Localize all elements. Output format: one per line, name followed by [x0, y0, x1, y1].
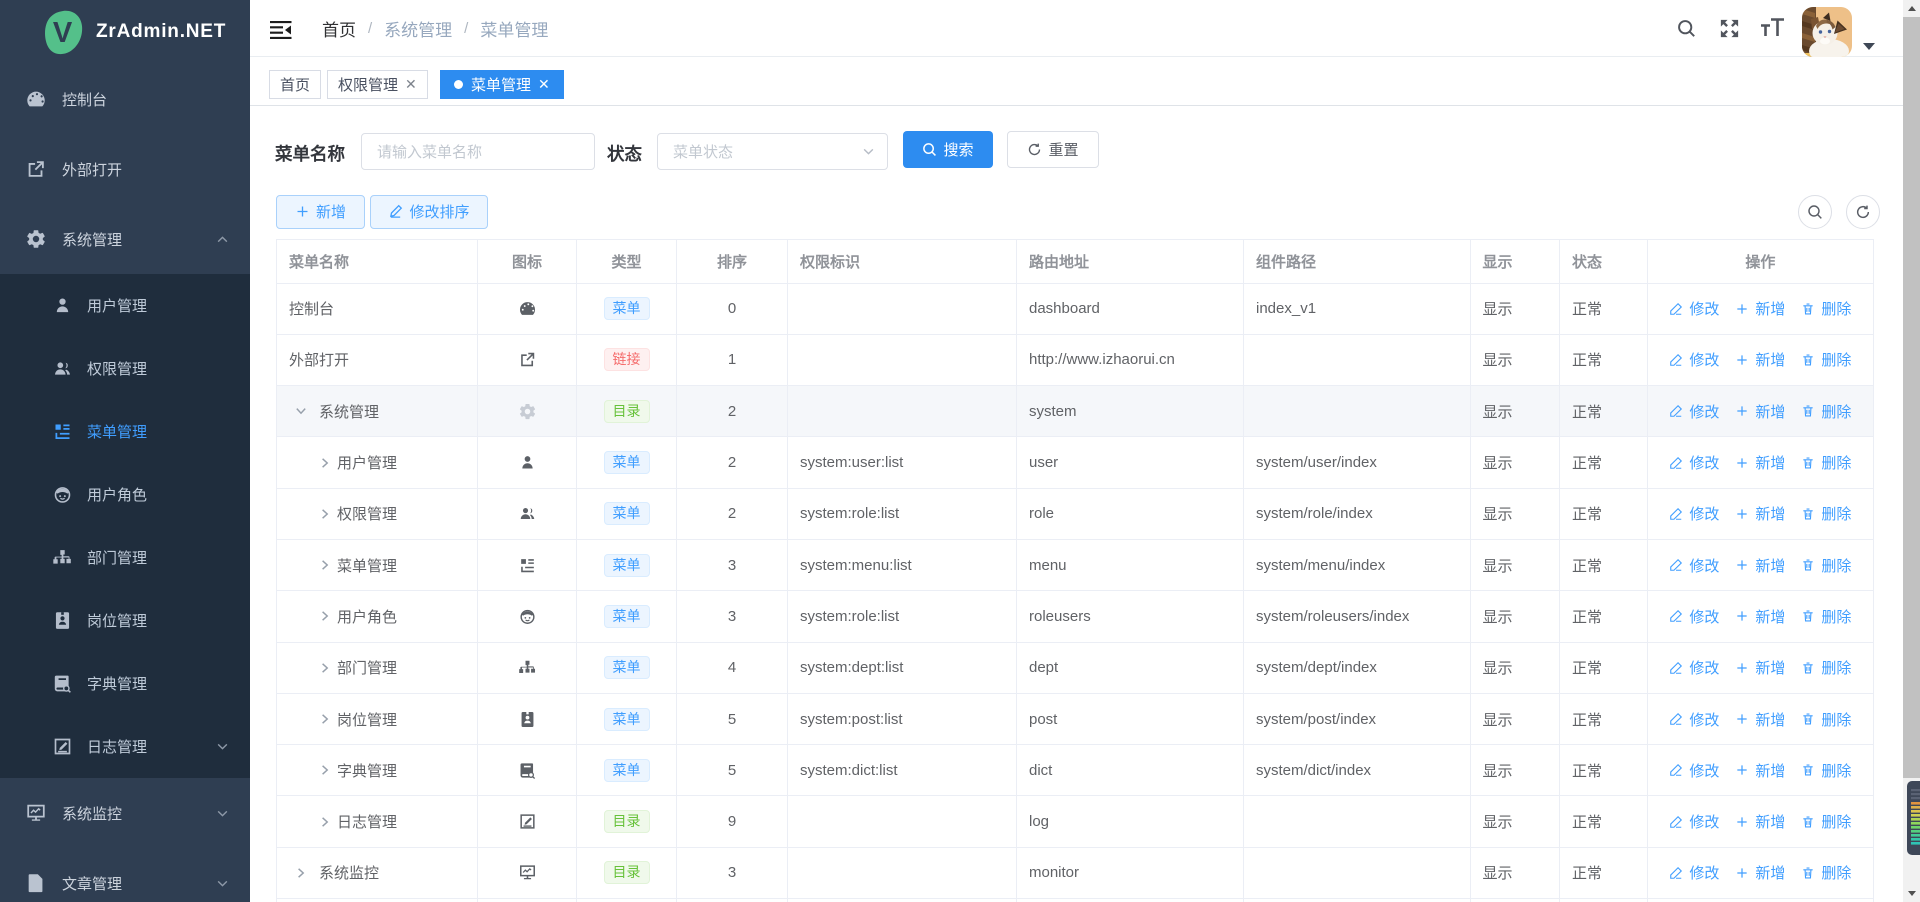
svg-text:V: V [53, 17, 73, 49]
